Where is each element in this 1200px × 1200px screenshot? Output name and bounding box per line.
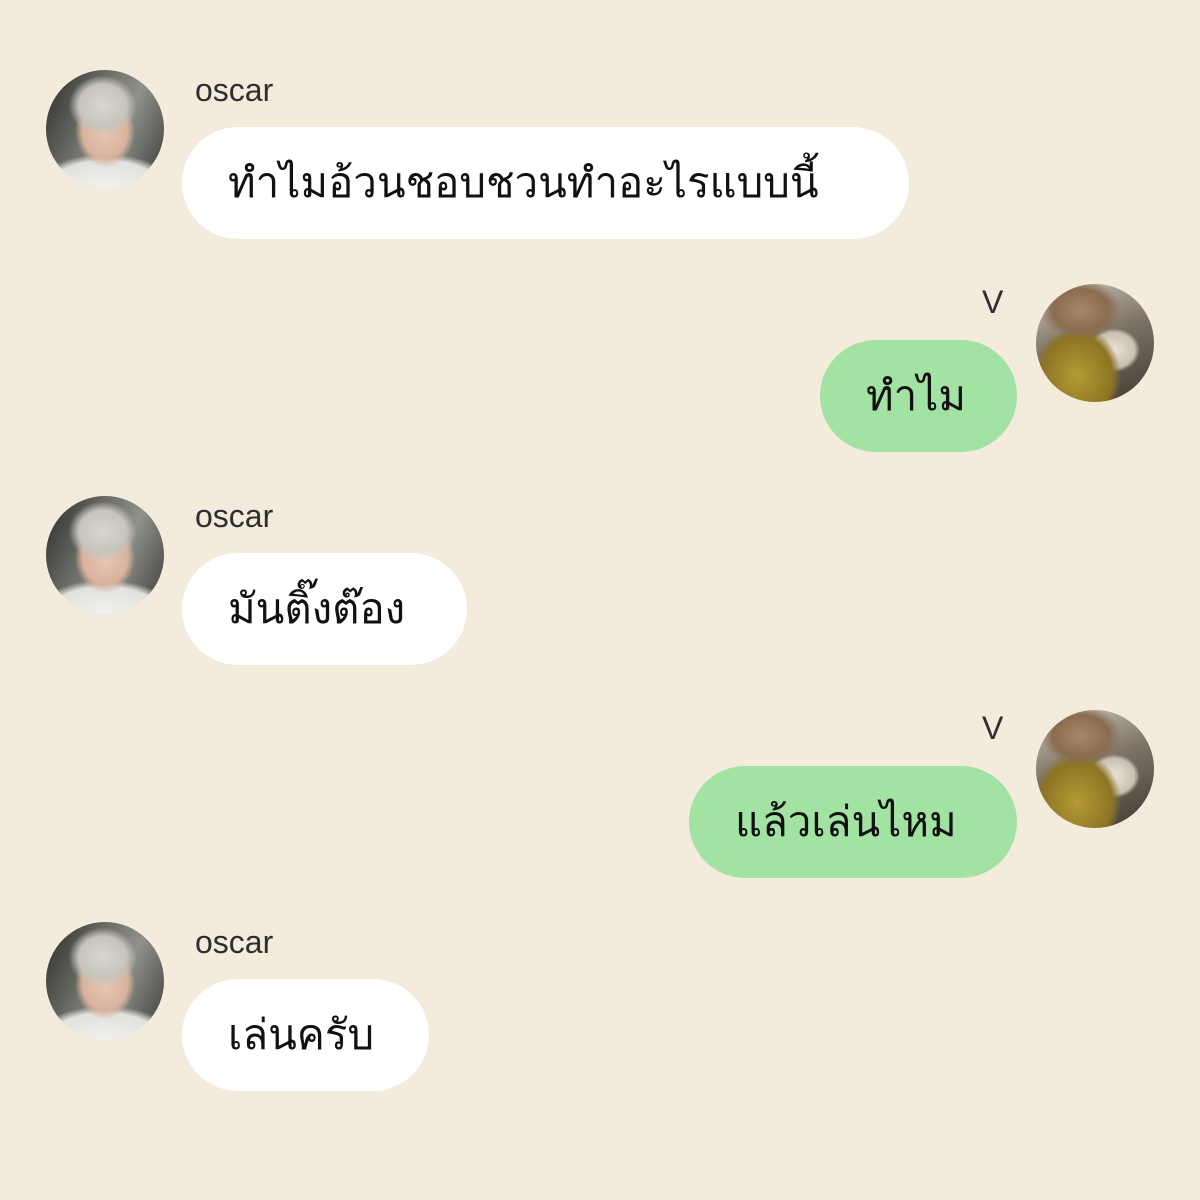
message-bubble-incoming[interactable]: ทำไมอ้วนชอบชวนทำอะไรแบบนี้ (182, 127, 909, 239)
message-text: มันติ๊งต๊อง (228, 584, 406, 633)
avatar-oscar[interactable] (46, 70, 164, 188)
chat-screen: { "chat": { "colors": { "background": "#… (0, 0, 1200, 1200)
message-text: แล้วเล่นไหม (735, 797, 957, 846)
sender-name: V (982, 710, 1004, 746)
sender-name: oscar (195, 72, 274, 108)
avatar-v[interactable] (1036, 710, 1154, 828)
avatar-oscar[interactable] (46, 922, 164, 1040)
sender-name: oscar (195, 498, 274, 534)
message-bubble-incoming[interactable]: มันติ๊งต๊อง (182, 553, 467, 665)
message-text: ทำไม (866, 371, 967, 420)
avatar-v[interactable] (1036, 284, 1154, 402)
message-text: เล่นครับ (228, 1010, 375, 1059)
message-bubble-outgoing[interactable]: แล้วเล่นไหม (689, 766, 1017, 878)
message-bubble-incoming[interactable]: เล่นครับ (182, 979, 429, 1091)
sender-name: V (982, 284, 1004, 320)
message-bubble-outgoing[interactable]: ทำไม (820, 340, 1017, 452)
message-text: ทำไมอ้วนชอบชวนทำอะไรแบบนี้ (228, 158, 819, 207)
sender-name: oscar (195, 924, 274, 960)
avatar-oscar[interactable] (46, 496, 164, 614)
